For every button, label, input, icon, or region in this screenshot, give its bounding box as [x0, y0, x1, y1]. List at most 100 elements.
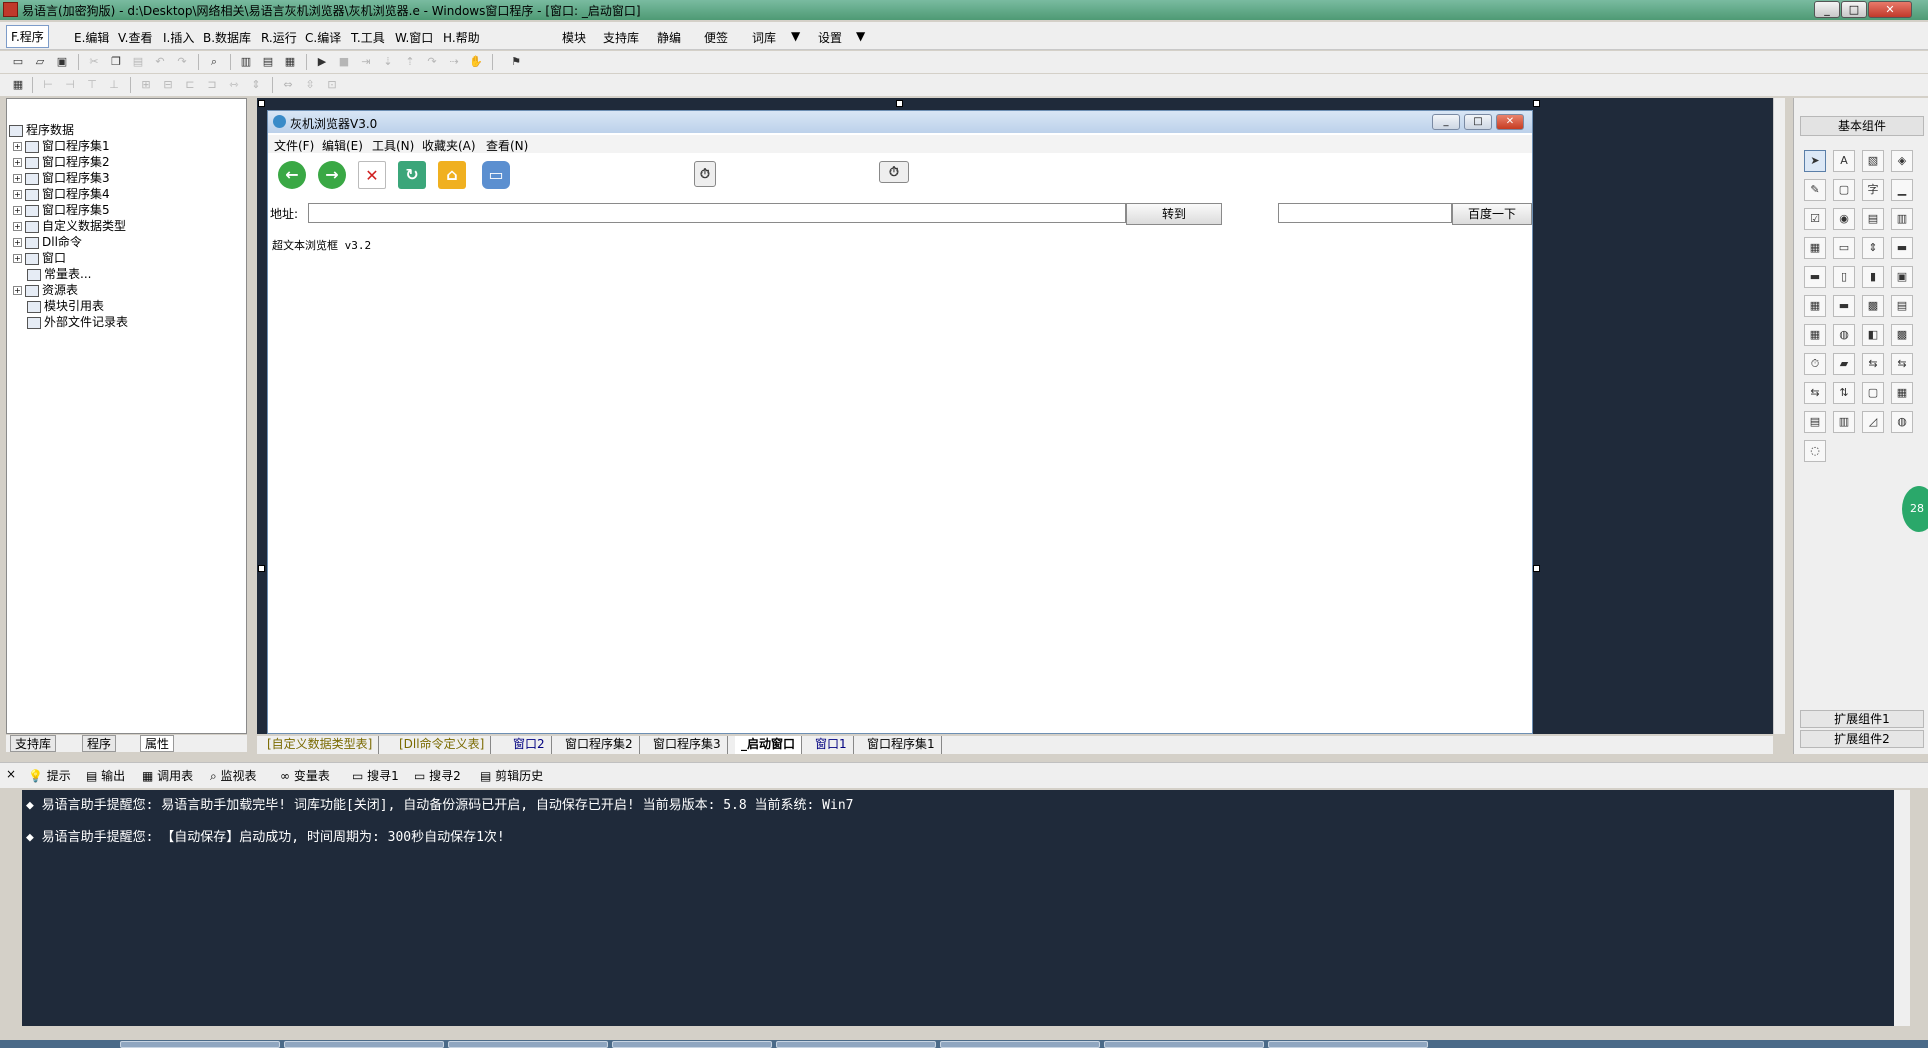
- tree-item-window-assembly-3[interactable]: + 窗口程序集3: [13, 169, 110, 185]
- menu-settings[interactable]: 设置: [818, 29, 842, 46]
- component-25-icon[interactable]: ▦: [1804, 324, 1826, 346]
- tree-item-window-assembly-5[interactable]: + 窗口程序集5: [13, 201, 110, 217]
- doc-tab-2[interactable]: [Dll命令定义表]: [393, 736, 492, 754]
- step-over-icon[interactable]: ↷: [424, 54, 440, 70]
- component-19-icon[interactable]: ▮: [1862, 266, 1884, 288]
- paste-icon[interactable]: ▤: [130, 54, 146, 70]
- space-h-icon[interactable]: ⊏: [182, 77, 198, 93]
- same-width-icon[interactable]: ⇔: [280, 77, 296, 93]
- component-33-icon[interactable]: ⇆: [1804, 382, 1826, 404]
- redo-icon[interactable]: ↷: [174, 54, 190, 70]
- doc-tab-5[interactable]: 窗口程序集3: [647, 736, 728, 754]
- menu-insert[interactable]: I.插入: [163, 29, 194, 46]
- align-left-icon[interactable]: ⊢: [40, 77, 56, 93]
- form-menu-tools[interactable]: 工具(N): [372, 137, 414, 154]
- tab-hint[interactable]: 💡 提示: [28, 767, 71, 784]
- same-size-icon[interactable]: ⊡: [324, 77, 340, 93]
- component-7-icon[interactable]: 字: [1862, 179, 1884, 201]
- maximize-button[interactable]: □: [1841, 1, 1867, 18]
- run-to-cursor-icon[interactable]: ⇢: [446, 54, 462, 70]
- align-bottom-icon[interactable]: ⊥: [106, 77, 122, 93]
- minimize-button[interactable]: _: [1814, 1, 1840, 18]
- search-input[interactable]: [1278, 203, 1452, 223]
- spread-v-icon[interactable]: ⇕: [248, 77, 264, 93]
- menu-edit[interactable]: E.编辑: [74, 29, 109, 46]
- menu-view[interactable]: V.查看: [118, 29, 152, 46]
- form-maximize-button[interactable]: □: [1464, 114, 1492, 130]
- extension-components-2-button[interactable]: 扩展组件2: [1800, 730, 1924, 748]
- component-23-icon[interactable]: ▩: [1862, 295, 1884, 317]
- taskbar-item[interactable]: [612, 1041, 772, 1048]
- menu-thesaurus[interactable]: 词库: [752, 29, 776, 46]
- undo-icon[interactable]: ↶: [152, 54, 168, 70]
- timer-icon[interactable]: ⏱: [879, 161, 909, 183]
- expand-icon[interactable]: +: [13, 190, 22, 199]
- form-menu-edit[interactable]: 编辑(E): [322, 137, 363, 154]
- align-top-icon[interactable]: ⊤: [84, 77, 100, 93]
- tree-item-window-assembly-4[interactable]: + 窗口程序集4: [13, 185, 110, 201]
- expand-icon[interactable]: +: [13, 222, 22, 231]
- doc-tab-8[interactable]: 窗口程序集1: [861, 736, 942, 754]
- component-30-icon[interactable]: ▰: [1833, 353, 1855, 375]
- tab-clip-history[interactable]: ▤ 剪辑历史: [480, 767, 543, 784]
- component-39-icon[interactable]: ◿: [1862, 411, 1884, 433]
- expand-icon[interactable]: +: [13, 254, 22, 263]
- tree-item-program-data[interactable]: 程序数据: [9, 121, 74, 137]
- component-22-icon[interactable]: ▬: [1833, 295, 1855, 317]
- tab-watch[interactable]: ⌕ 监视表: [210, 767, 257, 784]
- tree-item-external-files[interactable]: 外部文件记录表: [27, 313, 128, 329]
- basic-components-header[interactable]: 基本组件: [1800, 116, 1924, 136]
- component-10-icon[interactable]: ◉: [1833, 208, 1855, 230]
- tree-item-window-assembly-2[interactable]: + 窗口程序集2: [13, 153, 110, 169]
- form-menu-file[interactable]: 文件(F): [274, 137, 314, 154]
- component-38-icon[interactable]: ▥: [1833, 411, 1855, 433]
- component-6-icon[interactable]: ▢: [1833, 179, 1855, 201]
- menu-program[interactable]: F.程序: [6, 25, 49, 48]
- space-v-icon[interactable]: ⊐: [204, 77, 220, 93]
- settings-dropdown-icon[interactable]: ▼: [856, 29, 865, 43]
- tab-search1[interactable]: ▭ 搜寻1: [352, 767, 399, 784]
- taskbar-item[interactable]: [448, 1041, 608, 1048]
- tab-variables[interactable]: ∞ 变量表: [280, 767, 330, 784]
- menu-module[interactable]: 模块: [562, 29, 586, 46]
- taskbar-item[interactable]: [1104, 1041, 1264, 1048]
- menu-compile[interactable]: C.编译: [305, 29, 341, 46]
- stop-icon[interactable]: ■: [336, 54, 352, 70]
- expand-icon[interactable]: +: [13, 286, 22, 295]
- doc-tab-7[interactable]: 窗口1: [809, 736, 854, 754]
- tree-item-resources[interactable]: + 资源表: [13, 281, 78, 297]
- home-icon[interactable]: ⌂: [438, 161, 466, 189]
- resize-handle[interactable]: [1533, 565, 1540, 572]
- expand-icon[interactable]: +: [13, 174, 22, 183]
- component-26-icon[interactable]: ◍: [1833, 324, 1855, 346]
- step-out-icon[interactable]: ⇡: [402, 54, 418, 70]
- center-h-icon[interactable]: ⊞: [138, 77, 154, 93]
- component-32-icon[interactable]: ⇆: [1891, 353, 1913, 375]
- component-31-icon[interactable]: ⇆: [1862, 353, 1884, 375]
- center-v-icon[interactable]: ⊟: [160, 77, 176, 93]
- component-24-icon[interactable]: ▤: [1891, 295, 1913, 317]
- doc-tab-1[interactable]: [自定义数据类型表]: [261, 736, 380, 754]
- resize-handle[interactable]: [1533, 100, 1540, 107]
- back-icon[interactable]: ←: [278, 161, 306, 189]
- component-27-icon[interactable]: ◧: [1862, 324, 1884, 346]
- expand-icon[interactable]: +: [13, 142, 22, 151]
- component-20-icon[interactable]: ▣: [1891, 266, 1913, 288]
- refresh-icon[interactable]: ↻: [398, 161, 426, 189]
- forward-icon[interactable]: →: [318, 161, 346, 189]
- output-panel[interactable]: ◆ 易语言助手提醒您: 易语言助手加载完毕! 词库功能[关闭], 自动备份源码已…: [22, 790, 1894, 1026]
- assistant-bubble[interactable]: 28: [1902, 486, 1928, 532]
- component-37-icon[interactable]: ▤: [1804, 411, 1826, 433]
- resize-handle[interactable]: [896, 100, 903, 107]
- tree-item-constants[interactable]: 常量表...: [27, 265, 91, 281]
- thesaurus-dropdown-icon[interactable]: ▼: [791, 29, 800, 43]
- menu-tools[interactable]: T.工具: [351, 29, 385, 46]
- component-15-icon[interactable]: ⇕: [1862, 237, 1884, 259]
- designer-scrollbar[interactable]: [1773, 98, 1785, 734]
- taskbar-item[interactable]: [1268, 1041, 1428, 1048]
- component-4-icon[interactable]: ◈: [1891, 150, 1913, 172]
- print-icon[interactable]: ▭: [482, 161, 510, 189]
- menu-database[interactable]: B.数据库: [203, 29, 251, 46]
- menu-static-compile[interactable]: 静编: [657, 29, 681, 46]
- component-12-icon[interactable]: ▥: [1891, 208, 1913, 230]
